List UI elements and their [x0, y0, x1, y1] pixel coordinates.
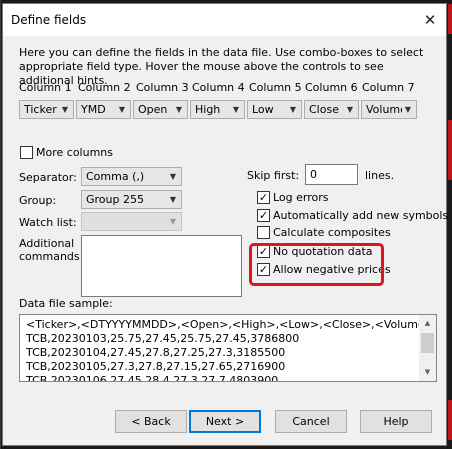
next-button[interactable]: Next > [189, 410, 261, 433]
sample-line: TCB,20230103,25.75,27.45,25.75,27.45,378… [26, 332, 300, 345]
scroll-up-icon[interactable]: ▲ [419, 315, 436, 332]
chevron-down-icon: ▼ [169, 172, 177, 181]
chevron-down-icon: ▼ [232, 105, 240, 114]
column-4-combo[interactable]: High ▼ [190, 100, 245, 119]
sample-scrollbar[interactable]: ▲ ▼ [419, 315, 436, 381]
column-header: Column 7 [362, 81, 415, 94]
chevron-down-icon: ▼ [169, 217, 177, 226]
sample-line: TCB,20230104,27.45,27.8,27.25,27.3,31855… [26, 346, 286, 359]
additional-commands-textarea[interactable] [81, 235, 242, 297]
title-bar: Define fields ✕ [3, 4, 446, 36]
data-file-sample-box[interactable]: <Ticker>,<DTYYYYMMDD>,<Open>,<High>,<Low… [19, 314, 437, 382]
chevron-down-icon: ▼ [289, 105, 297, 114]
checkmark-icon: ✓ [258, 209, 269, 222]
dialog-title: Define fields [11, 13, 87, 27]
skip-first-input[interactable]: 0 [305, 164, 358, 185]
cancel-button[interactable]: Cancel [275, 410, 347, 433]
background-chart-mark [448, 120, 452, 180]
chevron-down-icon: ▼ [61, 105, 69, 114]
combo-value: Low [252, 103, 274, 116]
combo-value: High [195, 103, 221, 116]
column-header: Column 5 [249, 81, 302, 94]
sample-line: <Ticker>,<DTYYYYMMDD>,<Open>,<High>,<Low… [26, 318, 434, 331]
skip-first-label: Skip first: [247, 169, 300, 182]
combo-value: YMD [81, 103, 106, 116]
combo-value: Close [309, 103, 339, 116]
data-file-sample-label: Data file sample: [19, 297, 113, 310]
back-button[interactable]: < Back [115, 410, 187, 433]
column-3-combo[interactable]: Open ▼ [133, 100, 188, 119]
auto-add-symbols-label: Automatically add new symbols [273, 209, 449, 222]
additional-commands-label: Additional commands: [19, 237, 84, 263]
separator-label: Separator: [19, 171, 77, 184]
column-header: Column 6 [305, 81, 358, 94]
combo-value: Ticker [24, 103, 57, 116]
sample-line: TCB,20230106,27.45,28.4,27.3,27.7,480390… [26, 374, 279, 382]
combo-value: Comma (,) [86, 170, 145, 183]
calculate-composites-checkbox[interactable] [257, 226, 270, 239]
watch-list-label: Watch list: [19, 216, 77, 229]
auto-add-symbols-checkbox[interactable]: ✓ [257, 209, 270, 222]
calculate-composites-label: Calculate composites [273, 226, 391, 239]
combo-value: Group 255 [86, 193, 144, 206]
chevron-down-icon: ▼ [175, 105, 183, 114]
log-errors-label: Log errors [273, 191, 329, 204]
column-1-combo[interactable]: Ticker ▼ [19, 100, 74, 119]
close-icon[interactable]: ✕ [420, 10, 440, 30]
scroll-down-icon[interactable]: ▼ [419, 364, 436, 381]
chevron-down-icon: ▼ [118, 105, 126, 114]
scroll-thumb[interactable] [421, 333, 434, 353]
column-header: Column 3 [136, 81, 189, 94]
highlight-annotation [249, 243, 384, 286]
watch-list-combo[interactable]: ▼ [81, 212, 182, 231]
help-button[interactable]: Help [360, 410, 432, 433]
chevron-down-icon: ▼ [346, 105, 354, 114]
column-header: Column 2 [78, 81, 131, 94]
column-7-combo[interactable]: Volume ▼ [361, 100, 417, 119]
define-fields-dialog: Define fields ✕ Here you can define the … [2, 3, 449, 446]
chevron-down-icon: ▼ [169, 195, 177, 204]
more-columns-checkbox[interactable] [20, 146, 33, 159]
column-5-combo[interactable]: Low ▼ [247, 100, 302, 119]
column-header: Column 4 [192, 81, 245, 94]
chevron-down-icon: ▼ [404, 105, 412, 114]
group-combo[interactable]: Group 255 ▼ [81, 190, 182, 209]
combo-value: Open [138, 103, 168, 116]
skip-first-suffix: lines. [365, 169, 395, 182]
background-chart-mark [448, 400, 452, 440]
checkmark-icon: ✓ [258, 191, 269, 204]
more-columns-label: More columns [36, 146, 113, 159]
column-header: Column 1 [19, 81, 72, 94]
skip-first-value: 0 [310, 168, 317, 181]
background-gridline [0, 0, 1, 449]
log-errors-checkbox[interactable]: ✓ [257, 191, 270, 204]
combo-value: Volume [366, 103, 402, 116]
background-chart-mark [448, 4, 452, 34]
sample-line: TCB,20230105,27.3,27.8,27.15,27.65,27169… [26, 360, 286, 373]
column-6-combo[interactable]: Close ▼ [304, 100, 359, 119]
separator-combo[interactable]: Comma (,) ▼ [81, 167, 182, 186]
group-label: Group: [19, 194, 57, 207]
column-2-combo[interactable]: YMD ▼ [76, 100, 131, 119]
